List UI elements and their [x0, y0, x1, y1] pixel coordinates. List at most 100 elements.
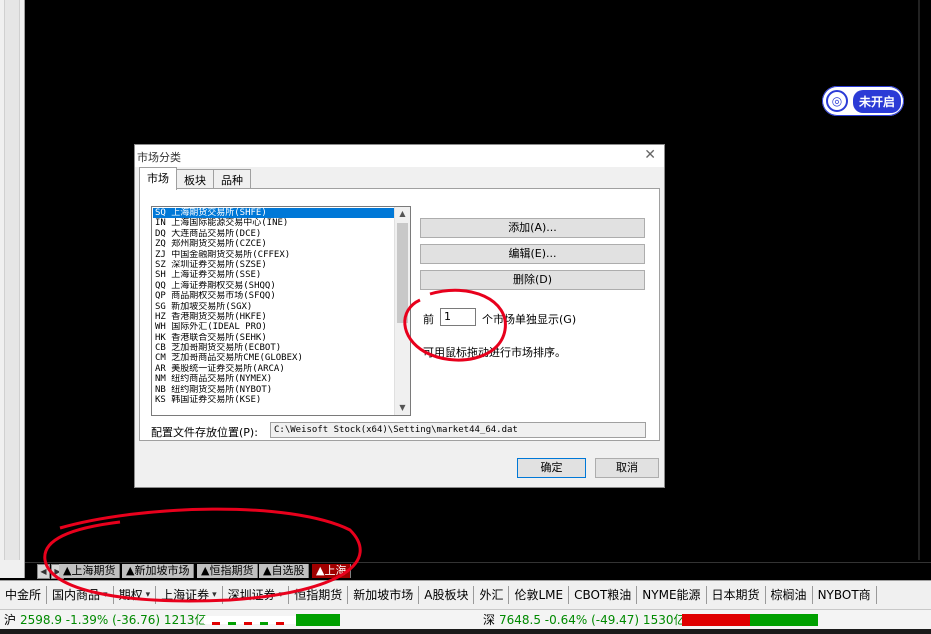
- sheet-tab-0[interactable]: ▲上海期货: [59, 564, 121, 578]
- scroll-up-icon[interactable]: ▲: [395, 207, 410, 221]
- sz-label: 深: [483, 613, 496, 627]
- market-list-item[interactable]: NB 纽约期货交易所(NYBOT): [153, 385, 395, 395]
- market-bar-label: NYME能源: [642, 588, 701, 602]
- close-icon[interactable]: ✕: [644, 147, 656, 163]
- market-list-item[interactable]: SQ 上海期货交易所(SHFE): [153, 208, 395, 219]
- chevron-down-icon[interactable]: ▾: [212, 586, 217, 604]
- market-list-item[interactable]: CB 芝加哥期货交易所(ECBOT): [153, 343, 395, 353]
- headset-icon: ◎: [826, 90, 848, 112]
- market-list-item[interactable]: AR 美股统一证券交易所(ARCA): [153, 364, 395, 374]
- dialog-title: 市场分类: [137, 151, 181, 164]
- scroll-down-icon[interactable]: ▼: [395, 401, 410, 415]
- market-bar-item[interactable]: 上海证券 ▾: [156, 586, 223, 604]
- market-list-item[interactable]: QQ 上海证券期权交易(SHQQ): [153, 281, 395, 291]
- market-listbox[interactable]: SQ 上海期货交易所(SHFE) IN 上海国际能源交易中心(INE) DQ 大连商…: [151, 206, 411, 416]
- edit-button[interactable]: 编辑(E)...: [420, 244, 645, 264]
- market-list-items: SQ 上海期货交易所(SHFE) IN 上海国际能源交易中心(INE) DQ 大连商…: [153, 208, 395, 405]
- market-list-item[interactable]: WH 国际外汇(IDEAL PRO): [153, 322, 395, 332]
- market-count-input[interactable]: 1: [440, 308, 476, 326]
- sheet-tab-2[interactable]: ▲恒指期货: [197, 564, 259, 578]
- ok-button[interactable]: 确定: [517, 458, 586, 478]
- market-bar-item[interactable]: NYME能源: [637, 586, 707, 604]
- left-panel-strip: [0, 0, 25, 578]
- sh-breadth-bar: [204, 614, 340, 626]
- market-bar-label: 国内商品: [52, 588, 101, 602]
- chevron-down-icon[interactable]: ▾: [103, 586, 108, 604]
- market-bar-label: 深圳证券: [227, 588, 276, 602]
- market-bar-label: CBOT粮油: [574, 588, 632, 602]
- market-bar-label: 新加坡市场: [353, 588, 414, 602]
- market-bar-item[interactable]: 外汇: [474, 586, 510, 604]
- tab-market[interactable]: 市场: [139, 167, 177, 190]
- left-scrollbar[interactable]: [4, 0, 20, 560]
- market-bar-label: A股板块: [424, 588, 469, 602]
- market-bar-item[interactable]: 棕榈油: [766, 586, 813, 604]
- market-list-item[interactable]: SH 上海证券交易所(SSE): [153, 270, 395, 280]
- sheet-tab-bar: ◀ ▶ ▲上海期货 ▲新加坡市场 ▲恒指期货 ▲自选股 ▲上海: [25, 562, 931, 579]
- taskbar-edge: [0, 629, 931, 634]
- market-bar-item[interactable]: NYBOT商: [813, 586, 877, 604]
- dialog-tabs: 市场 板块 品种: [139, 167, 251, 190]
- toggle-label: 未开启: [853, 89, 902, 113]
- market-list-item[interactable]: DQ 大连商品交易所(DCE): [153, 229, 395, 239]
- market-list-item[interactable]: SZ 深圳证券交易所(SZSE): [153, 260, 395, 270]
- market-bar-item[interactable]: 恒指期货: [289, 586, 349, 604]
- market-bar: 中金所 国内商品 ▾ 期权 ▾ 上海证券 ▾ 深圳证券 ▾ 恒指期货 新加坡市场 A股板块 外汇 伦敦LM…: [0, 580, 931, 609]
- tab-variety[interactable]: 品种: [213, 169, 251, 190]
- market-bar-label: 中金所: [5, 588, 42, 602]
- status-bar: 沪 2598.9 -1.39% (-36.76) 1213亿 深 7648.5 …: [0, 609, 931, 630]
- prefix-label: 前: [423, 313, 434, 326]
- market-list-item[interactable]: KS 韩国证券交易所(KSE): [153, 395, 395, 405]
- market-bar-label: 伦敦LME: [514, 588, 564, 602]
- right-divider: [918, 0, 920, 560]
- tab-sector[interactable]: 板块: [176, 169, 214, 190]
- sheet-tab-4[interactable]: ▲上海: [312, 564, 352, 578]
- delete-button[interactable]: 删除(D): [420, 270, 645, 290]
- sheet-prev-icon[interactable]: ◀: [37, 564, 50, 579]
- path-label: 配置文件存放位置(P):: [151, 426, 258, 439]
- market-bar-label: 恒指期货: [294, 588, 343, 602]
- market-bar-label: 日本期货: [711, 588, 760, 602]
- market-bar-label: 上海证券: [161, 588, 210, 602]
- market-bar-item[interactable]: 深圳证券 ▾: [223, 586, 290, 604]
- market-list-item[interactable]: ZQ 郑州期货交易所(CZCE): [153, 239, 395, 249]
- market-bar-label: NYBOT商: [817, 588, 871, 602]
- market-list-item[interactable]: ZJ 中国金融期货交易所(CFFEX): [153, 250, 395, 260]
- market-bar-item[interactable]: A股板块: [419, 586, 475, 604]
- add-button[interactable]: 添加(A)...: [420, 218, 645, 238]
- market-list-item[interactable]: HK 香港联合交易所(SEHK): [153, 333, 395, 343]
- market-bar-item[interactable]: 日本期货: [707, 586, 766, 604]
- market-category-dialog: 市场分类 ✕ 市场 板块 品种 SQ 上海期货交易所(SHFE) IN 上海国际能…: [134, 144, 665, 488]
- config-path-field[interactable]: C:\Weisoft Stock(x64)\Setting\market44_6…: [270, 422, 646, 438]
- market-bar-label: 棕榈油: [770, 588, 807, 602]
- sheet-tab-1[interactable]: ▲新加坡市场: [122, 564, 195, 578]
- market-bar-item[interactable]: 伦敦LME: [509, 586, 570, 604]
- market-bar-item[interactable]: 期权 ▾: [114, 586, 157, 604]
- sheet-tab-3[interactable]: ▲自选股: [259, 564, 310, 578]
- sh-index-values: 2598.9 -1.39% (-36.76) 1213亿: [20, 613, 207, 627]
- sh-label: 沪: [4, 613, 17, 627]
- market-list-item[interactable]: HZ 香港期货交易所(HKFE): [153, 312, 395, 322]
- market-list-item[interactable]: CM 芝加哥商品交易所CME(GLOBEX): [153, 353, 395, 363]
- market-list-item[interactable]: QP 商品期权交易市场(SFQQ): [153, 291, 395, 301]
- sz-breadth-bar: [682, 614, 818, 626]
- chevron-down-icon[interactable]: ▾: [146, 586, 151, 604]
- market-list-item[interactable]: IN 上海国际能源交易中心(INE): [153, 218, 395, 228]
- market-bar-item[interactable]: 国内商品 ▾: [47, 586, 114, 604]
- market-bar-item[interactable]: 新加坡市场: [348, 586, 420, 604]
- feature-toggle[interactable]: ◎ 未开启: [822, 86, 904, 116]
- market-list-item[interactable]: SG 新加坡交易所(SGX): [153, 302, 395, 312]
- drag-hint: 可用鼠标拖动进行市场排序。: [423, 346, 566, 359]
- scroll-thumb[interactable]: [397, 223, 408, 323]
- market-bar-item[interactable]: 中金所: [0, 586, 48, 604]
- cancel-button[interactable]: 取消: [595, 458, 659, 478]
- market-bar-item[interactable]: CBOT粮油: [569, 586, 638, 604]
- sz-index-values: 7648.5 -0.64% (-49.47) 1530亿: [499, 613, 686, 627]
- chevron-down-icon[interactable]: ▾: [279, 586, 284, 604]
- suffix-label: 个市场单独显示(G): [482, 313, 577, 326]
- list-scrollbar[interactable]: ▲ ▼: [394, 207, 410, 415]
- market-bar-label: 期权: [118, 588, 143, 602]
- market-list-item[interactable]: NM 纽约商品交易所(NYMEX): [153, 374, 395, 384]
- market-bar-label: 外汇: [479, 588, 504, 602]
- dialog-titlebar[interactable]: 市场分类 ✕: [135, 145, 664, 167]
